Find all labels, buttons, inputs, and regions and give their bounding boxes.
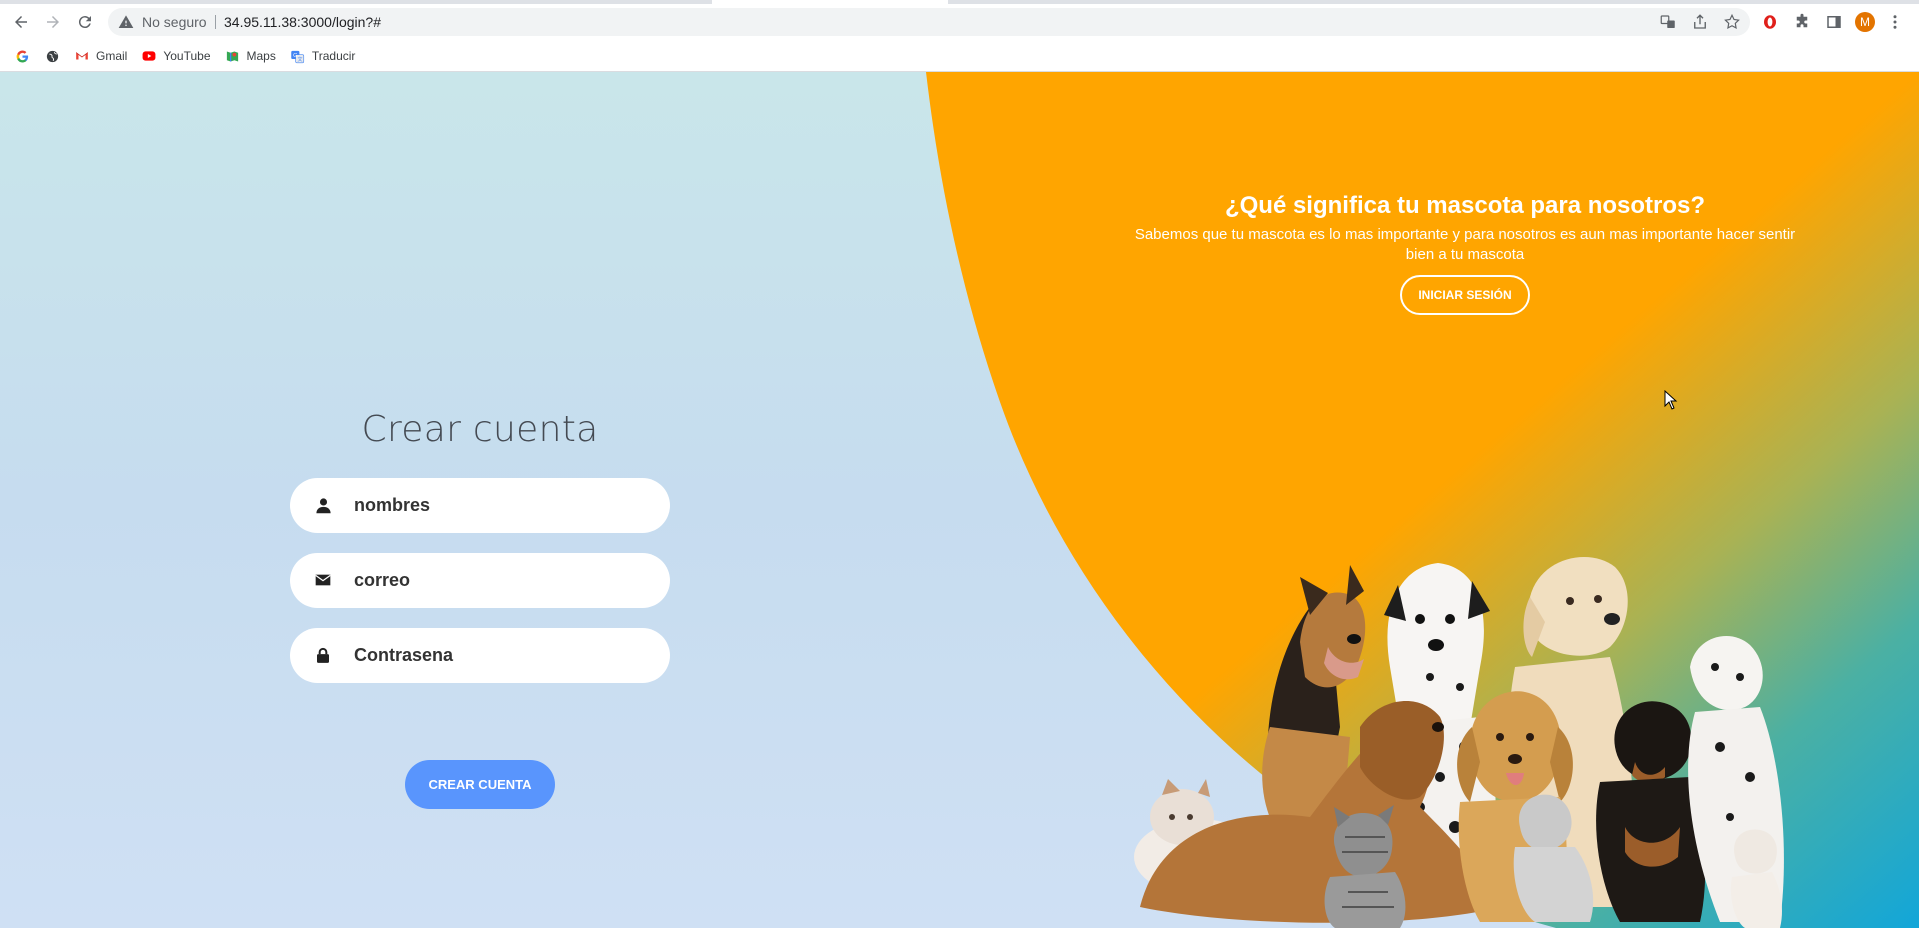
bookmark-maps[interactable]: Maps [225, 44, 276, 68]
name-field[interactable] [290, 478, 670, 533]
mouse-cursor-icon [1664, 390, 1678, 410]
svg-text:文: 文 [298, 55, 303, 62]
pets-image [1134, 557, 1784, 928]
google-icon [14, 48, 30, 64]
profile-avatar[interactable]: M [1855, 12, 1875, 32]
bookmark-star-icon[interactable] [1723, 13, 1741, 31]
email-input[interactable] [352, 553, 652, 608]
bookmark-label: Traducir [311, 49, 356, 63]
bookmark-google[interactable] [14, 44, 30, 68]
forward-arrow-icon [47, 16, 59, 28]
signup-form: Crear cuenta CREAR CUENTA [290, 402, 670, 809]
reload-icon [78, 16, 91, 29]
opera-extension-icon[interactable] [1759, 11, 1781, 33]
bookmark-label: Maps [246, 49, 276, 63]
maps-icon [225, 48, 241, 64]
svg-text:G: G [293, 53, 297, 59]
reload-button[interactable] [72, 9, 98, 35]
youtube-icon [141, 48, 157, 64]
bookmark-label: Gmail [96, 49, 128, 63]
back-button[interactable] [8, 9, 34, 35]
create-account-button[interactable]: CREAR CUENTA [405, 760, 555, 809]
user-icon [314, 496, 332, 514]
translate-page-icon[interactable] [1659, 13, 1677, 31]
forward-button[interactable] [40, 9, 66, 35]
lock-icon [314, 646, 332, 664]
info-text: Sabemos que tu mascota es lo mas importa… [1134, 226, 1796, 263]
password-field[interactable] [290, 628, 670, 683]
bookmark-label: YouTube [163, 49, 211, 63]
page-viewport: Crear cuenta CREAR CUENTA ¿Qué significa… [0, 72, 1919, 928]
bookmark-youtube[interactable]: YouTube [141, 44, 211, 68]
bookmarks-bar: Gmail YouTube Maps G文 Traducir [0, 42, 1919, 70]
url-text[interactable]: 34.95.11.38:3000/login?# [224, 14, 381, 30]
name-input[interactable] [352, 478, 652, 533]
bookmark-globe[interactable] [44, 44, 60, 68]
info-panel: ¿Qué significa tu mascota para nosotros?… [1120, 190, 1810, 315]
white-cat-illustration [1730, 829, 1783, 928]
browser-chrome: No seguro 34.95.11.38:3000/login?# M Gma… [0, 0, 1919, 72]
bookmark-translate[interactable]: G文 Traducir [290, 44, 356, 68]
translate-icon: G文 [290, 48, 306, 64]
envelope-icon [314, 571, 332, 589]
extensions-puzzle-icon[interactable] [1791, 11, 1813, 33]
side-panel-icon[interactable] [1823, 11, 1845, 33]
browser-toolbar: No seguro 34.95.11.38:3000/login?# M [0, 4, 1919, 40]
email-field[interactable] [290, 553, 670, 608]
back-arrow-icon [15, 16, 27, 28]
warning-icon[interactable] [118, 14, 134, 30]
password-input[interactable] [352, 628, 652, 683]
login-button[interactable]: INICIAR SESIÓN [1400, 275, 1530, 315]
form-title: Crear cuenta [361, 409, 599, 450]
globe-icon [44, 48, 60, 64]
gmail-icon [74, 48, 90, 64]
share-icon[interactable] [1691, 13, 1709, 31]
menu-kebab-icon[interactable] [1884, 11, 1906, 33]
address-bar[interactable]: No seguro 34.95.11.38:3000/login?# [108, 8, 1750, 36]
bookmark-gmail[interactable]: Gmail [74, 44, 127, 68]
info-title: ¿Qué significa tu mascota para nosotros? [1224, 192, 1706, 219]
security-status[interactable]: No seguro [142, 14, 207, 30]
address-separator [215, 15, 216, 29]
